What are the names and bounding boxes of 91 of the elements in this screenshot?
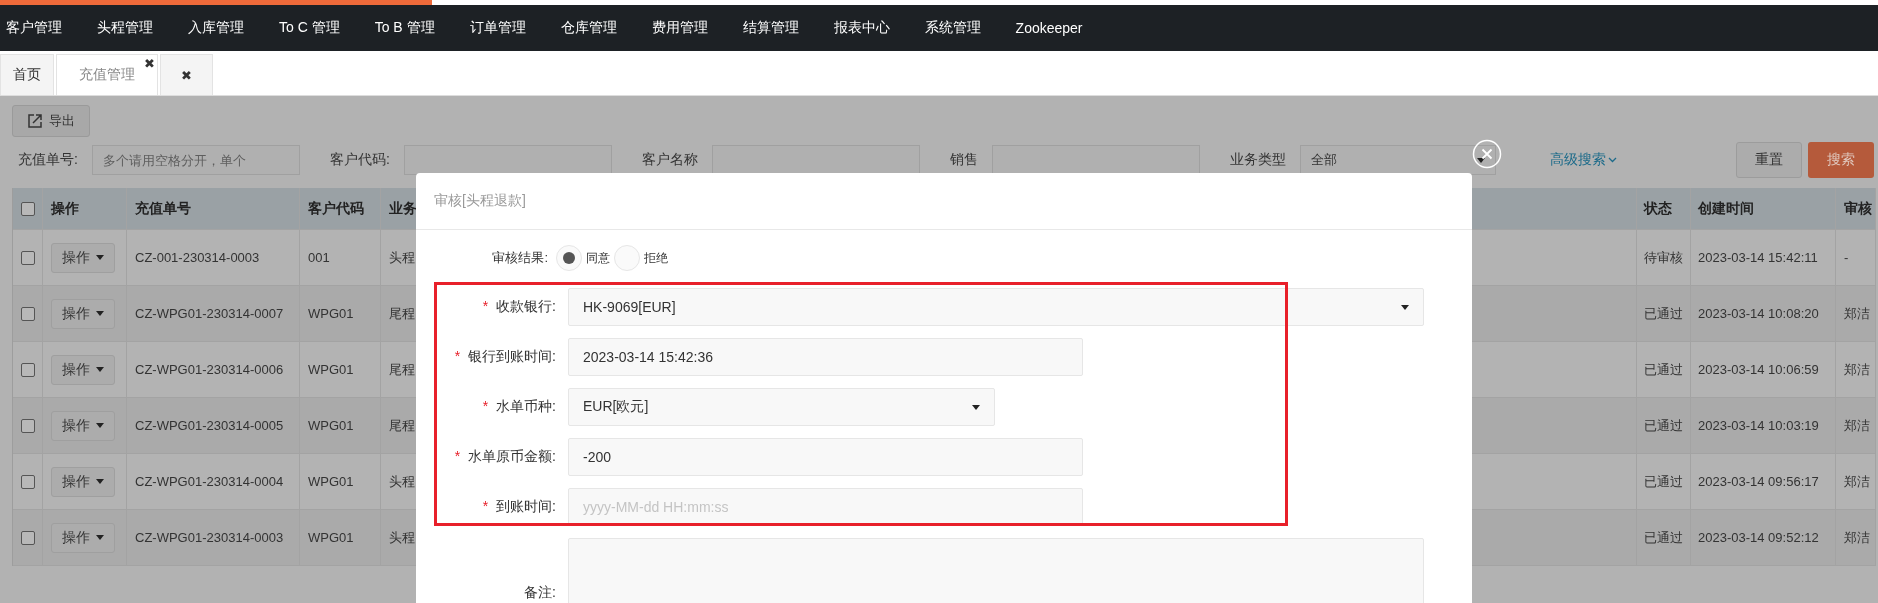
table-cell: CZ-WPG01-230314-0003 — [135, 530, 284, 545]
export-button[interactable]: 导出 — [12, 105, 90, 137]
nav-menu-item[interactable]: 客户管理 — [6, 19, 80, 37]
close-tab-icon[interactable]: ✖ — [144, 57, 155, 70]
action-dropdown-button[interactable]: 操作 — [51, 354, 115, 385]
table-cell: 已通过 — [1644, 304, 1683, 323]
nav-menu-item[interactable]: 结算管理 — [742, 19, 817, 37]
close-tab-icon[interactable]: ✖ — [173, 67, 200, 83]
table-cell: WPG01 — [308, 530, 354, 545]
filter-label: 客户代码: — [329, 151, 390, 169]
input-field[interactable]: 2023-03-14 15:42:36 — [568, 338, 1083, 376]
table-cell: 2023-03-14 10:08:20 — [1698, 306, 1819, 321]
dialog-title: 审核[头程退款] — [434, 192, 526, 210]
table-cell: CZ-WPG01-230314-0004 — [135, 474, 284, 489]
table-cell: CZ-WPG01-230314-0007 — [135, 306, 284, 321]
table-cell: 头程 — [389, 248, 415, 267]
field-label: * 银行到账时间: — [453, 348, 557, 366]
nav-menu-item[interactable]: 费用管理 — [651, 19, 726, 37]
page-tab[interactable]: ✖ — [160, 54, 213, 95]
table-cell: 头程 — [389, 528, 415, 547]
nav-menu-item[interactable]: 报表中心 — [833, 19, 908, 37]
table-cell: CZ-WPG01-230314-0005 — [135, 418, 284, 433]
nav-menu-item[interactable]: 系统管理 — [924, 19, 999, 37]
table-cell: 郑洁 — [1844, 472, 1870, 491]
nav-menu-item[interactable]: Zookeeper — [1015, 20, 1101, 36]
select-field[interactable]: EUR[欧元] — [568, 388, 995, 426]
table-cell: 已通过 — [1644, 472, 1683, 491]
table-cell: 2023-03-14 15:42:11 — [1698, 250, 1818, 265]
table-cell: 尾程 — [389, 360, 415, 379]
action-dropdown-button[interactable]: 操作 — [51, 466, 115, 497]
column-header: 创建时间 — [1698, 199, 1754, 218]
table-cell: 已通过 — [1644, 528, 1683, 547]
table-cell: 头程 — [389, 472, 415, 491]
table-cell: CZ-001-230314-0003 — [135, 250, 260, 265]
table-cell: 2023-03-14 10:06:59 — [1698, 362, 1819, 377]
radio-label: 同意 — [586, 249, 610, 267]
tab-label: 首页 — [13, 66, 41, 84]
table-cell: 尾程 — [389, 304, 415, 323]
page-tab[interactable]: 首页 — [0, 54, 54, 95]
table-cell: 郑洁 — [1844, 360, 1870, 379]
table-cell: 001 — [308, 250, 330, 265]
nav-menu-item[interactable]: To C 管理 — [279, 19, 358, 37]
table-cell: 郑洁 — [1844, 528, 1870, 547]
filter-label: 销售 — [949, 151, 978, 169]
column-header: 操作 — [51, 199, 79, 218]
action-dropdown-button[interactable]: 操作 — [51, 522, 115, 553]
table-cell: 2023-03-14 10:03:19 — [1698, 418, 1819, 433]
page-tab[interactable]: 充值管理 ✖ — [56, 54, 158, 95]
table-cell: 已通过 — [1644, 416, 1683, 435]
nav-menu-item[interactable]: 订单管理 — [469, 19, 544, 37]
field-label: * 收款银行: — [481, 298, 557, 316]
column-header: 审核 — [1844, 199, 1872, 218]
nav-menu-item[interactable]: 头程管理 — [97, 19, 171, 37]
field-label: * 到账时间: — [481, 498, 557, 516]
table-cell: 已通过 — [1644, 360, 1683, 379]
table-cell: WPG01 — [308, 418, 354, 433]
table-cell: WPG01 — [308, 474, 354, 489]
table-cell: 郑洁 — [1844, 416, 1870, 435]
radio-label: 拒绝 — [644, 249, 668, 267]
column-header: 状态 — [1644, 199, 1672, 218]
table-cell: 尾程 — [389, 416, 415, 435]
table-cell: 郑洁 — [1844, 304, 1870, 323]
filter-label: 充值单号: — [18, 151, 78, 169]
table-cell: 待审核 — [1644, 248, 1683, 267]
action-dropdown-button[interactable]: 操作 — [51, 298, 115, 329]
nav-menu-item[interactable]: To B 管理 — [374, 19, 453, 37]
action-dropdown-button[interactable]: 操作 — [51, 242, 115, 273]
table-cell: 2023-03-14 09:56:17 — [1698, 474, 1819, 489]
action-dropdown-button[interactable]: 操作 — [51, 410, 115, 441]
column-header: 客户代码 — [308, 199, 364, 218]
select-field[interactable]: HK-9069[EUR] — [568, 288, 1424, 326]
tab-label: 充值管理 — [79, 66, 135, 84]
column-header: 业务 — [389, 199, 417, 218]
table-cell: - — [1844, 250, 1849, 265]
reset-button[interactable]: 重置 — [1736, 142, 1802, 178]
field-label: 审核结果: — [491, 249, 549, 267]
field-label: * 水单原币金额: — [453, 448, 557, 466]
field-label: * 水单币种: — [481, 398, 557, 416]
nav-menu-item[interactable]: 入库管理 — [188, 19, 262, 37]
filter-input[interactable]: 多个请用空格分开，单个 — [91, 145, 300, 175]
column-header: 充值单号 — [135, 199, 191, 218]
filter-label: 业务类型 — [1229, 151, 1286, 169]
filter-label: 客户名称 — [641, 151, 698, 169]
input-field[interactable]: -200 — [568, 438, 1083, 476]
field-label: 备注: — [523, 583, 557, 602]
table-cell: CZ-WPG01-230314-0006 — [135, 362, 284, 377]
table-cell: WPG01 — [308, 306, 354, 321]
table-cell: WPG01 — [308, 362, 354, 377]
nav-menu-item[interactable]: 仓库管理 — [560, 19, 635, 37]
table-cell: 2023-03-14 09:52:12 — [1698, 530, 1819, 545]
filter-select[interactable]: 全部 — [1299, 145, 1496, 175]
